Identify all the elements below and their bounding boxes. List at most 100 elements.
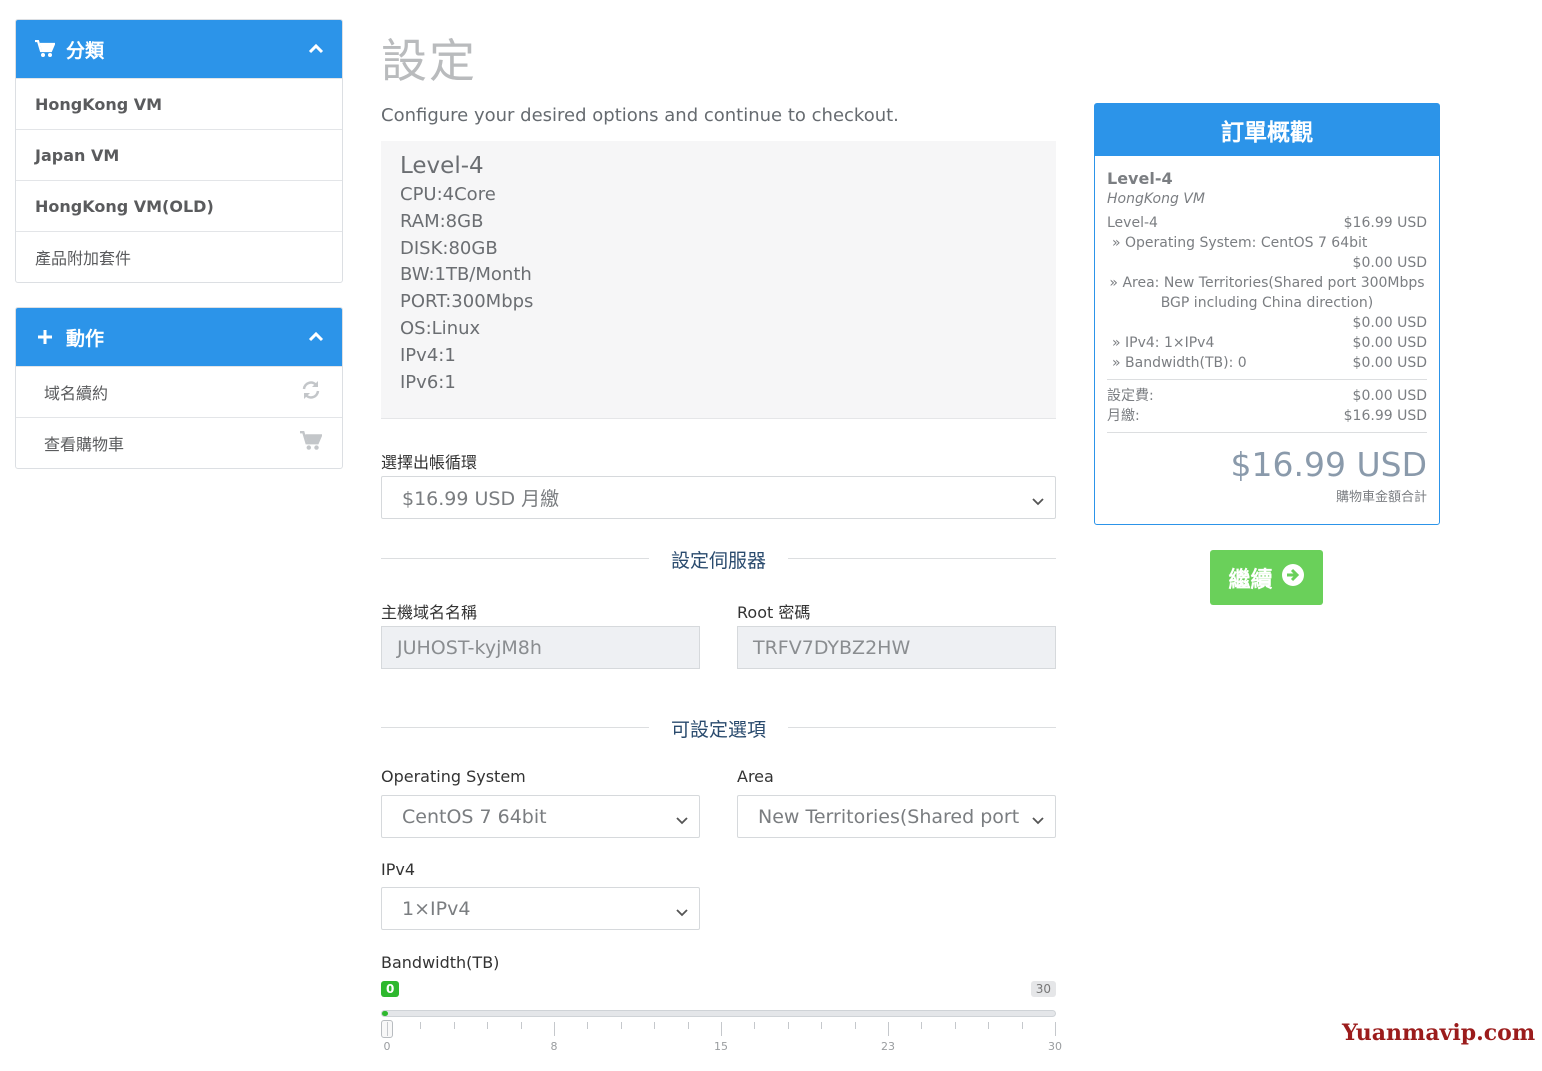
slider-tick	[954, 1022, 956, 1029]
slider-fill	[382, 1011, 388, 1016]
slider-tick	[854, 1022, 856, 1029]
slider-tick-label: 30	[1048, 1040, 1062, 1053]
chevron-up-icon[interactable]	[308, 326, 324, 348]
summary-area-line2: BGP including China direction)	[1160, 295, 1374, 311]
summary-area-price: $0.00 USD	[1352, 315, 1427, 331]
server-config-heading: 設定伺服器	[670, 550, 766, 572]
ipv4-select[interactable]: 1×IPv4	[381, 887, 700, 930]
slider-tick	[554, 1022, 555, 1036]
summary-setup-fee: 設定費: $0.00 USD	[1107, 386, 1427, 406]
os-value: CentOS 7 64bit	[402, 805, 547, 828]
sidebar-item-hongkong-vm-old[interactable]: HongKong VM(OLD)	[16, 180, 342, 231]
slider-tick	[988, 1022, 990, 1029]
area-label: Area	[737, 767, 774, 786]
chevron-down-icon	[675, 810, 689, 825]
slider-tick	[387, 1022, 388, 1036]
sidebar-item-addons[interactable]: 產品附加套件	[16, 231, 342, 282]
sidebar-item-domain-renewal[interactable]: 域名續約	[16, 366, 342, 417]
hostname-input[interactable]: JUHOST-kyjM8h	[381, 626, 700, 669]
slider-tick	[921, 1022, 923, 1029]
slider-tick	[888, 1022, 889, 1036]
actions-title: 動作	[66, 327, 105, 350]
actions-header[interactable]: 動作	[16, 308, 342, 366]
sidebar-item-view-cart[interactable]: 查看購物車	[16, 417, 342, 468]
summary-bw-label: » Bandwidth(TB): 0	[1112, 355, 1247, 371]
root-password-input[interactable]: TRFV7DYBZ2HW	[737, 626, 1056, 669]
slider-tick	[520, 1022, 522, 1029]
area-value: New Territories(Shared port	[758, 805, 1020, 828]
summary-total: $16.99 USD	[1230, 445, 1427, 484]
slider-tick	[754, 1022, 756, 1029]
summary-setup-price: $0.00 USD	[1352, 388, 1427, 404]
categories-header[interactable]: 分類	[16, 20, 342, 78]
billing-cycle-label: 選擇出帳循環	[381, 453, 478, 472]
continue-button[interactable]: 繼續	[1210, 550, 1323, 605]
summary-os-line: » Operating System: CentOS 7 64bit	[1107, 233, 1427, 253]
product-spec: IPv4:1	[400, 344, 456, 366]
summary-monthly: 月繳: $16.99 USD	[1107, 406, 1427, 426]
cart-icon	[300, 430, 323, 455]
slider-tick	[620, 1022, 622, 1029]
product-name: Level-4	[400, 153, 484, 179]
categories-title: 分類	[66, 39, 105, 62]
slider-tick-label: 15	[714, 1040, 728, 1053]
chevron-up-icon[interactable]	[308, 38, 324, 60]
product-spec: RAM:8GB	[400, 210, 484, 232]
summary-divider	[1107, 432, 1427, 433]
plus-icon	[34, 326, 56, 348]
os-label: Operating System	[381, 767, 526, 786]
hostname-value: JUHOST-kyjM8h	[397, 636, 542, 659]
summary-bw-line: » Bandwidth(TB): 0 $0.00 USD	[1107, 353, 1427, 373]
root-password-value: TRFV7DYBZ2HW	[753, 636, 911, 659]
server-config-divider: 設定伺服器	[381, 546, 1056, 572]
billing-cycle-select[interactable]: $16.99 USD 月繳	[381, 476, 1056, 519]
sidebar-item-label: 產品附加套件	[35, 249, 132, 268]
page-subtitle: Configure your desired options and conti…	[381, 105, 899, 126]
chevron-down-icon	[675, 902, 689, 917]
sidebar-item-label: 查看購物車	[44, 435, 125, 454]
summary-ipv4-price: $0.00 USD	[1352, 335, 1427, 351]
summary-product-group: HongKong VM	[1107, 191, 1205, 207]
product-spec: CPU:4Core	[400, 184, 496, 205]
slider-max-badge: 30	[1030, 981, 1056, 997]
slider-tick	[453, 1022, 455, 1029]
sidebar-item-label: HongKong VM(OLD)	[35, 196, 214, 216]
summary-line-price: $16.99 USD	[1343, 215, 1427, 231]
os-select[interactable]: CentOS 7 64bit	[381, 795, 700, 838]
slider-min-badge: 0	[381, 981, 400, 997]
slider-tick-label: 23	[881, 1040, 895, 1053]
hostname-label: 主機域名名稱	[381, 603, 478, 622]
ipv4-value: 1×IPv4	[402, 897, 471, 920]
sidebar-item-label: 域名續約	[44, 384, 109, 403]
bandwidth-label: Bandwidth(TB)	[381, 953, 500, 972]
options-divider: 可設定選項	[381, 715, 1056, 741]
slider-tick	[1055, 1022, 1056, 1036]
summary-monthly-label: 月繳:	[1107, 408, 1140, 424]
product-spec: BW:1TB/Month	[400, 264, 532, 286]
summary-line: Level-4 $16.99 USD	[1107, 213, 1427, 233]
summary-line-label: Level-4	[1107, 215, 1158, 231]
sidebar-item-label: Japan VM	[35, 145, 120, 165]
continue-label: 繼續	[1228, 567, 1273, 593]
summary-monthly-price: $16.99 USD	[1343, 408, 1427, 424]
sidebar-item-label: HongKong VM	[35, 94, 163, 114]
slider-tick-label: 8	[550, 1040, 558, 1053]
arrow-circle-right-icon	[1281, 563, 1305, 593]
slider-tick	[487, 1022, 489, 1029]
area-select[interactable]: New Territories(Shared port	[737, 795, 1056, 838]
chevron-down-icon	[1031, 810, 1045, 825]
summary-divider	[1107, 379, 1427, 380]
sidebar-item-hongkong-vm[interactable]: HongKong VM	[16, 78, 342, 129]
product-spec: IPv6:1	[400, 371, 456, 393]
sidebar-item-japan-vm[interactable]: Japan VM	[16, 129, 342, 180]
order-summary-title: 訂單概觀	[1095, 104, 1439, 156]
options-heading: 可設定選項	[670, 719, 766, 741]
slider-track[interactable]	[381, 1010, 1056, 1017]
actions-panel: 動作 域名續約 查看購物車	[15, 307, 343, 469]
billing-cycle-value: $16.99 USD 月繳	[402, 488, 560, 510]
summary-area-line1: » Area: New Territories(Shared port 300M…	[1109, 275, 1425, 291]
product-spec: OS:Linux	[400, 317, 481, 339]
order-summary: 訂單概觀 Level-4 HongKong VM Level-4 $16.99 …	[1094, 103, 1440, 525]
bandwidth-slider[interactable]: 0 30 0 8 15 23 30	[381, 978, 1062, 1058]
slider-tick-label: 0	[383, 1040, 391, 1053]
